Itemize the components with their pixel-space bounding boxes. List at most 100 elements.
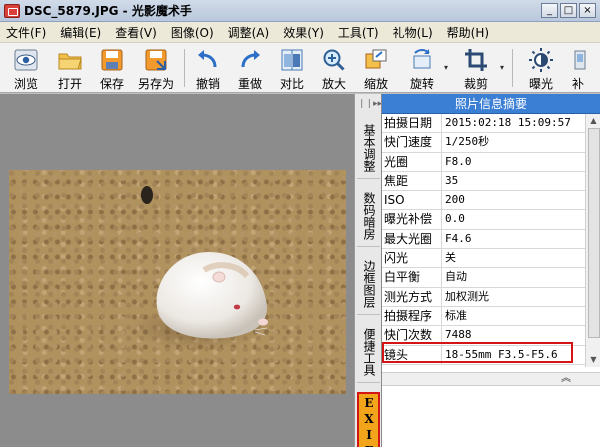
fill-light-icon xyxy=(572,47,598,73)
compare-button[interactable]: 对比 xyxy=(274,45,310,91)
crop-label: 裁剪 xyxy=(463,77,488,91)
exposure-button[interactable]: 曝光 xyxy=(522,45,560,91)
exposure-label: 曝光 xyxy=(528,77,553,91)
folder-icon xyxy=(57,47,83,73)
rotate-icon xyxy=(409,47,435,73)
open-label: 打开 xyxy=(57,77,82,91)
panel-toggle-icon[interactable]: ❘❘▸▸ xyxy=(358,99,382,109)
exif-value: F4.6 xyxy=(445,231,472,245)
redo-label: 重做 xyxy=(237,77,262,91)
table-row: 白平衡 自动 xyxy=(382,268,585,288)
resize-button[interactable]: 缩放 xyxy=(358,45,394,91)
table-row: 焦距 35 xyxy=(382,171,585,192)
fill-light-label: 补 xyxy=(572,77,585,91)
menu-effects[interactable]: 效果(Y) xyxy=(283,24,324,41)
tab-basic-adjust[interactable]: 基本调整 xyxy=(357,122,380,179)
open-button[interactable]: 打开 xyxy=(52,45,88,91)
exif-key: 光圈 xyxy=(382,152,442,171)
exif-key: 闪光 xyxy=(382,249,442,268)
table-row: 光圈 F8.0 xyxy=(382,152,585,172)
exif-value: 2015:02:18 15:09:57 xyxy=(445,116,571,129)
window-title: DSC_5879.JPG - 光影魔术手 xyxy=(24,4,192,18)
table-row: ISO 200 xyxy=(382,191,585,211)
exif-key: 白平衡 xyxy=(382,268,442,287)
tab-exif[interactable]: EXIF xyxy=(357,392,380,447)
maximize-button[interactable]: □ xyxy=(560,3,577,18)
browse-label: 浏览 xyxy=(13,77,38,91)
tab-digital-darkroom[interactable]: 数码暗房 xyxy=(357,190,380,247)
redo-icon xyxy=(237,47,263,73)
collapse-bar[interactable]: ︽ xyxy=(382,372,600,386)
menu-adjust[interactable]: 调整(A) xyxy=(228,24,270,41)
app-logo-icon xyxy=(4,3,20,18)
exif-key: ISO xyxy=(382,191,442,210)
photo-info-panel: 照片信息摘要 拍摄日期 2015:02:18 15:09:57 快门速度 1/250… xyxy=(381,94,600,447)
zoom-in-label: 放大 xyxy=(321,77,346,91)
magnifier-plus-icon xyxy=(321,47,347,73)
undo-button[interactable]: 撤销 xyxy=(190,45,226,91)
exposure-icon xyxy=(528,47,554,73)
table-row: 拍摄程序 标准 xyxy=(382,306,585,327)
panel-title: 照片信息摘要 xyxy=(382,94,600,114)
menu-view[interactable]: 查看(V) xyxy=(115,24,157,41)
exif-value: 关 xyxy=(445,251,456,265)
crop-dropdown-icon[interactable]: ▾ xyxy=(500,63,504,72)
crop-icon xyxy=(463,47,489,73)
redo-button[interactable]: 重做 xyxy=(232,45,268,91)
menu-help[interactable]: 帮助(H) xyxy=(447,24,489,41)
exif-key: 测光方式 xyxy=(382,287,442,306)
tab-border-layer-label: 边框图层 xyxy=(362,260,376,308)
resize-icon xyxy=(363,47,389,73)
table-row: 闪光关 xyxy=(382,249,585,269)
toolbar: 浏览 打开 保存 另存为 撤销 重做 对比 放大 缩放 旋转 ▾ 裁剪 ▾ 曝光… xyxy=(0,43,600,93)
exif-value: 200 xyxy=(445,193,465,207)
tab-basic-adjust-label: 基本调整 xyxy=(362,124,376,172)
scroll-thumb[interactable] xyxy=(588,128,600,338)
crop-button[interactable]: 裁剪 xyxy=(456,45,496,91)
exif-key: 曝光补偿 xyxy=(382,210,442,229)
compare-icon xyxy=(279,47,305,73)
undo-label: 撤销 xyxy=(195,77,220,91)
exif-key: 拍摄程序 xyxy=(382,306,442,326)
exif-value: 1/250秒 xyxy=(445,135,490,149)
resize-label: 缩放 xyxy=(363,77,388,91)
rotate-dropdown-icon[interactable]: ▾ xyxy=(444,63,448,72)
exif-table: 拍摄日期 2015:02:18 15:09:57 快门速度 1/250秒 光圈 F8.… xyxy=(382,114,585,365)
compare-label: 对比 xyxy=(279,77,304,91)
hamster-photo xyxy=(9,170,346,394)
close-button[interactable]: × xyxy=(579,3,596,18)
side-tab-strip: ❘❘▸▸ 基本调整 数码暗房 边框图层 便捷工具 EXIF xyxy=(354,94,382,447)
browse-button[interactable]: 浏览 xyxy=(6,45,46,91)
exif-value: 加权测光 xyxy=(445,289,489,303)
table-row: 拍摄日期 2015:02:18 15:09:57 xyxy=(382,114,585,134)
save-as-button[interactable]: 另存为 xyxy=(134,45,178,91)
menu-edit[interactable]: 编辑(E) xyxy=(60,24,101,41)
exif-value: 自动 xyxy=(445,270,467,284)
scroll-up-icon[interactable]: ▲ xyxy=(586,114,600,128)
menu-file[interactable]: 文件(F) xyxy=(6,24,46,41)
fill-light-button[interactable]: 补 xyxy=(566,45,600,91)
minimize-button[interactable]: _ xyxy=(541,3,558,18)
exif-value: F8.0 xyxy=(445,154,472,168)
tab-quick-tools[interactable]: 便捷工具 xyxy=(357,326,380,383)
shutter-count-highlight xyxy=(382,342,573,363)
scroll-down-icon[interactable]: ▼ xyxy=(586,353,600,367)
exif-value: 标准 xyxy=(445,308,467,322)
zoom-in-button[interactable]: 放大 xyxy=(316,45,352,91)
exif-value: 0.0 xyxy=(445,212,465,226)
table-row: 测光方式 加权测光 xyxy=(382,287,585,307)
tab-digital-darkroom-label: 数码暗房 xyxy=(362,192,376,240)
menu-gifts[interactable]: 礼物(L) xyxy=(393,24,433,41)
collapse-icon[interactable]: ︽ xyxy=(561,373,571,384)
exif-key: 最大光圈 xyxy=(382,229,442,249)
tab-border-layer[interactable]: 边框图层 xyxy=(357,258,380,315)
exif-scrollbar[interactable]: ▲ ▼ xyxy=(585,114,600,367)
tab-exif-label: EXIF xyxy=(362,396,376,447)
floppy-icon xyxy=(99,47,125,73)
image-canvas[interactable] xyxy=(0,94,354,447)
menu-tools[interactable]: 工具(T) xyxy=(338,24,379,41)
table-row: 最大光圈 F4.6 xyxy=(382,229,585,250)
save-button[interactable]: 保存 xyxy=(94,45,130,91)
menu-image[interactable]: 图像(O) xyxy=(171,24,214,41)
rotate-button[interactable]: 旋转 xyxy=(402,45,442,91)
